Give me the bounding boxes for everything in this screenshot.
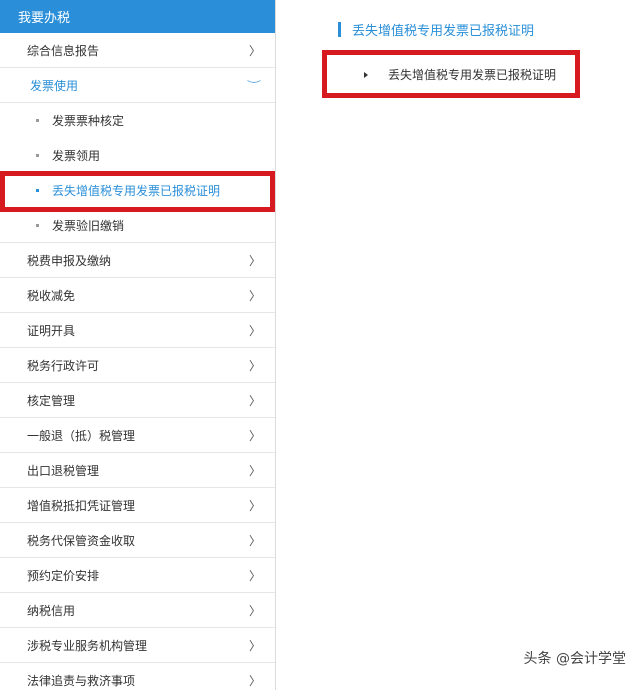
menu-item-label: 税务行政许可 — [27, 358, 100, 373]
menu-item-label: 税务代保管资金收取 — [27, 533, 136, 548]
bullet-icon — [36, 154, 39, 157]
menu-item-service-agency[interactable]: 涉税专业服务机构管理 〉 — [0, 628, 275, 663]
menu-item-admin-license[interactable]: 税务行政许可 〉 — [0, 348, 275, 383]
menu-item-custody-funds[interactable]: 税务代保管资金收取 〉 — [0, 523, 275, 558]
menu-item-legal-remedy[interactable]: 法律追责与救济事项 〉 — [0, 663, 275, 690]
menu-item-label: 综合信息报告 — [27, 43, 100, 58]
menu-item-label: 涉税专业服务机构管理 — [27, 638, 148, 653]
menu-item-vat-deduction[interactable]: 增值税抵扣凭证管理 〉 — [0, 488, 275, 523]
chevron-right-icon: 〉 — [248, 498, 261, 513]
menu-item-label: 法律追责与救济事项 — [27, 673, 136, 688]
sidebar-header: 我要办税 — [0, 0, 275, 33]
chevron-right-icon: 〉 — [248, 43, 261, 58]
chevron-right-icon: 〉 — [248, 673, 261, 688]
sub-item-label: 丢失增值税专用发票已报税证明 — [52, 184, 221, 198]
chevron-right-icon: 〉 — [248, 393, 261, 408]
title-accent-bar — [338, 22, 341, 37]
bullet-icon — [36, 119, 39, 122]
bullet-icon — [36, 223, 39, 227]
chevron-right-icon: 〉 — [248, 428, 261, 443]
watermark: 头条 @会计学堂 — [523, 651, 626, 667]
chevron-right-icon: 〉 — [248, 463, 261, 478]
chevron-right-icon: 〉 — [248, 603, 261, 618]
menu-item-tax-credit[interactable]: 纳税信用 〉 — [0, 593, 275, 628]
menu-item-tax-refund[interactable]: 一般退（抵）税管理 〉 — [0, 418, 275, 453]
content-title: 丢失增值税专用发票已报税证明 — [338, 20, 534, 39]
menu-item-invoice-use[interactable]: 发票使用 ︶ — [0, 68, 275, 103]
chevron-right-icon: 〉 — [248, 533, 261, 548]
menu-item-label: 税费申报及缴纳 — [27, 253, 112, 268]
content-link-text: 丢失增值税专用发票已报税证明 — [388, 68, 557, 82]
sub-item-label: 发票领用 — [52, 149, 101, 163]
chevron-right-icon: 〉 — [248, 638, 261, 653]
sub-item-invoice-type[interactable]: 发票票种核定 — [0, 103, 275, 138]
sub-item-label: 发票验旧缴销 — [52, 218, 125, 233]
sub-item-lost-invoice-certificate[interactable]: 丢失增值税专用发票已报税证明 — [0, 173, 275, 208]
chevron-down-icon: ︶ — [247, 80, 261, 92]
menu-item-label: 预约定价安排 — [27, 568, 100, 583]
sidebar-header-title: 我要办税 — [18, 11, 71, 26]
menu-item-label: 发票使用 — [30, 78, 79, 93]
sub-item-invoice-receive[interactable]: 发票领用 — [0, 138, 275, 173]
chevron-right-icon: 〉 — [248, 253, 261, 268]
triangle-right-icon — [364, 71, 368, 78]
menu-item-label: 核定管理 — [27, 393, 76, 408]
menu-item-label: 增值税抵扣凭证管理 — [27, 498, 136, 513]
menu-item-label: 税收减免 — [27, 288, 76, 303]
menu-item-label: 一般退（抵）税管理 — [27, 428, 136, 443]
menu-item-export-refund[interactable]: 出口退税管理 〉 — [0, 453, 275, 488]
menu-item-report[interactable]: 综合信息报告 〉 — [0, 33, 275, 68]
menu-item-label: 纳税信用 — [27, 603, 76, 618]
menu-item-tax-reduction[interactable]: 税收减免 〉 — [0, 278, 275, 313]
bullet-icon — [36, 189, 39, 192]
chevron-right-icon: 〉 — [248, 288, 261, 303]
lost-invoice-certificate-link[interactable]: 丢失增值税专用发票已报税证明 — [364, 66, 556, 83]
content-title-text: 丢失增值税专用发票已报税证明 — [352, 24, 535, 39]
menu-item-verification[interactable]: 核定管理 〉 — [0, 383, 275, 418]
menu-item-label: 出口退税管理 — [27, 463, 100, 478]
sidebar: 我要办税 综合信息报告 〉 发票使用 ︶ 发票票种核定 发票领用 丢失增值税专用… — [0, 0, 276, 690]
menu-item-tax-declaration[interactable]: 税费申报及缴纳 〉 — [0, 243, 275, 278]
sub-item-label: 发票票种核定 — [52, 114, 125, 128]
content-panel: 丢失增值税专用发票已报税证明 丢失增值税专用发票已报税证明 — [276, 0, 640, 690]
chevron-right-icon: 〉 — [248, 323, 261, 338]
sub-item-invoice-cancel[interactable]: 发票验旧缴销 — [0, 208, 275, 243]
menu-item-certificate[interactable]: 证明开具 〉 — [0, 313, 275, 348]
menu-item-pricing[interactable]: 预约定价安排 〉 — [0, 558, 275, 593]
chevron-right-icon: 〉 — [248, 568, 261, 583]
chevron-right-icon: 〉 — [248, 358, 261, 373]
menu-item-label: 证明开具 — [27, 323, 76, 338]
